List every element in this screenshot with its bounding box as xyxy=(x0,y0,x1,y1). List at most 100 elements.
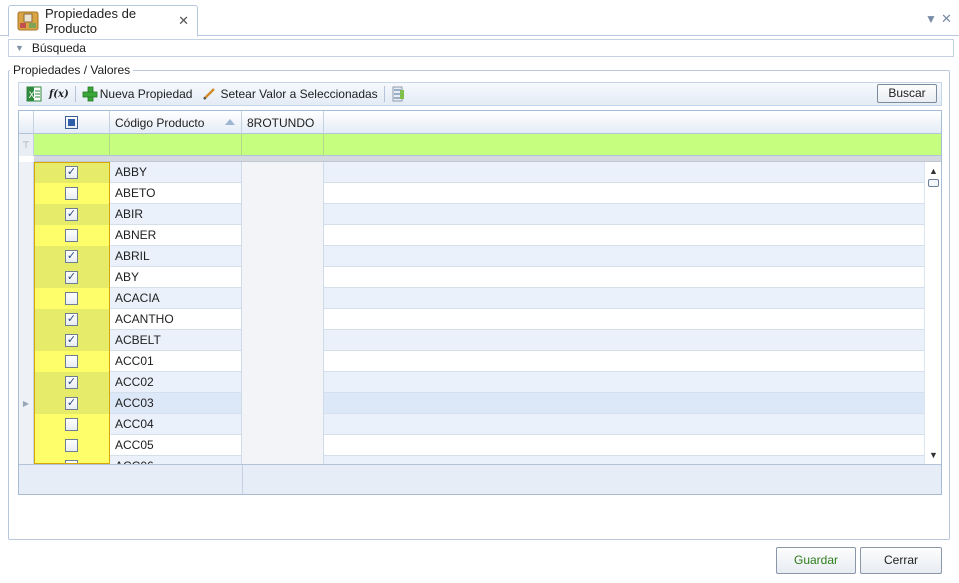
row-select-cell[interactable] xyxy=(34,225,110,246)
table-row[interactable]: ✓ ABRIL xyxy=(19,246,924,267)
row-indicator[interactable] xyxy=(19,183,34,204)
table-row[interactable]: ✓ ACBELT xyxy=(19,330,924,351)
property-value-cell[interactable] xyxy=(242,288,324,309)
filter-cell-select[interactable] xyxy=(34,134,110,156)
product-code-cell[interactable]: ACANTHO xyxy=(110,309,242,330)
row-indicator[interactable] xyxy=(19,309,34,330)
row-indicator[interactable] xyxy=(19,435,34,456)
product-code-cell[interactable]: ACACIA xyxy=(110,288,242,309)
tab-close-icon[interactable]: ✕ xyxy=(178,13,189,29)
property-value-cell[interactable] xyxy=(242,456,324,464)
select-all-header[interactable] xyxy=(34,111,110,134)
table-row[interactable]: ✓ ABBY xyxy=(19,162,924,183)
product-code-cell[interactable]: ABY xyxy=(110,267,242,288)
row-select-cell[interactable]: ✓ xyxy=(34,204,110,225)
column-chooser-button[interactable] xyxy=(388,84,408,104)
product-code-cell[interactable]: ACC04 xyxy=(110,414,242,435)
row-select-cell[interactable]: ✓ xyxy=(34,162,110,183)
table-row[interactable]: ACC01 xyxy=(19,351,924,372)
row-checkbox[interactable] xyxy=(65,292,78,305)
filter-cell-prop[interactable] xyxy=(242,134,324,156)
row-checkbox[interactable] xyxy=(65,355,78,368)
table-row[interactable]: ✓ ACANTHO xyxy=(19,309,924,330)
tab-list-dropdown-icon[interactable]: ▼ xyxy=(925,12,937,26)
search-button[interactable]: Buscar xyxy=(877,84,937,103)
table-row[interactable]: ✓ ACC02 xyxy=(19,372,924,393)
table-row[interactable]: ABNER xyxy=(19,225,924,246)
table-row[interactable]: ✓ ABIR xyxy=(19,204,924,225)
row-checkbox[interactable] xyxy=(65,439,78,452)
table-row[interactable]: ACACIA xyxy=(19,288,924,309)
window-close-icon[interactable]: ✕ xyxy=(941,11,952,27)
table-row[interactable]: ACC05 xyxy=(19,435,924,456)
excel-export-button[interactable]: X xyxy=(23,84,46,104)
property-value-cell[interactable] xyxy=(242,204,324,225)
row-checkbox[interactable]: ✓ xyxy=(65,166,78,179)
row-checkbox[interactable]: ✓ xyxy=(65,313,78,326)
row-select-cell[interactable] xyxy=(34,456,110,464)
formula-button[interactable]: f(x) xyxy=(46,84,72,104)
row-select-cell[interactable] xyxy=(34,435,110,456)
product-code-cell[interactable]: ABIR xyxy=(110,204,242,225)
product-code-cell[interactable]: ACC01 xyxy=(110,351,242,372)
row-checkbox[interactable] xyxy=(65,418,78,431)
row-indicator[interactable] xyxy=(19,246,34,267)
property-value-cell[interactable] xyxy=(242,414,324,435)
row-indicator[interactable] xyxy=(19,351,34,372)
row-indicator[interactable] xyxy=(19,414,34,435)
property-value-cell[interactable] xyxy=(242,372,324,393)
row-checkbox[interactable]: ✓ xyxy=(65,250,78,263)
row-select-cell[interactable] xyxy=(34,183,110,204)
row-select-cell[interactable]: ✓ xyxy=(34,267,110,288)
vertical-scrollbar[interactable]: ▲ ▼ xyxy=(924,162,941,464)
filter-cell-code[interactable] xyxy=(110,134,242,156)
table-row[interactable]: ▶ ✓ ACC03 xyxy=(19,393,924,414)
row-indicator[interactable] xyxy=(19,372,34,393)
property-value-cell[interactable] xyxy=(242,435,324,456)
row-indicator[interactable] xyxy=(19,330,34,351)
product-code-cell[interactable]: ABBY xyxy=(110,162,242,183)
property-value-cell[interactable] xyxy=(242,246,324,267)
row-checkbox[interactable]: ✓ xyxy=(65,334,78,347)
scroll-down-arrow-icon[interactable]: ▼ xyxy=(925,448,941,462)
close-button[interactable]: Cerrar xyxy=(860,547,942,574)
scrollbar-thumb[interactable] xyxy=(928,179,939,187)
row-indicator[interactable] xyxy=(19,162,34,183)
row-select-cell[interactable]: ✓ xyxy=(34,309,110,330)
current-row-indicator-icon[interactable]: ▶ xyxy=(19,393,34,414)
row-indicator[interactable] xyxy=(19,456,34,464)
table-row[interactable]: ACC04 xyxy=(19,414,924,435)
table-row[interactable]: ✓ ABY xyxy=(19,267,924,288)
property-value-cell[interactable] xyxy=(242,351,324,372)
table-row[interactable]: ABETO xyxy=(19,183,924,204)
property-value-cell[interactable] xyxy=(242,183,324,204)
row-indicator[interactable] xyxy=(19,267,34,288)
row-select-cell[interactable] xyxy=(34,288,110,309)
column-header-code[interactable]: Código Producto xyxy=(110,111,242,134)
select-all-checkbox[interactable] xyxy=(65,116,78,129)
property-value-cell[interactable] xyxy=(242,162,324,183)
column-header-8rotundo[interactable]: 8ROTUNDO xyxy=(242,111,324,134)
tab-propiedades-producto[interactable]: Propiedades de Producto ✕ xyxy=(8,5,198,37)
product-code-cell[interactable]: ABETO xyxy=(110,183,242,204)
save-button[interactable]: Guardar xyxy=(776,547,856,574)
product-code-cell[interactable]: ACC02 xyxy=(110,372,242,393)
row-checkbox[interactable] xyxy=(65,229,78,242)
row-indicator[interactable] xyxy=(19,204,34,225)
row-select-cell[interactable]: ✓ xyxy=(34,246,110,267)
product-code-cell[interactable]: ABNER xyxy=(110,225,242,246)
row-select-cell[interactable] xyxy=(34,414,110,435)
row-checkbox[interactable]: ✓ xyxy=(65,271,78,284)
row-select-cell[interactable]: ✓ xyxy=(34,393,110,414)
row-checkbox[interactable]: ✓ xyxy=(65,208,78,221)
search-section-header[interactable]: ▼ Búsqueda xyxy=(8,39,954,57)
product-code-cell[interactable]: ACC05 xyxy=(110,435,242,456)
product-code-cell[interactable]: ACC06 xyxy=(110,456,242,464)
product-code-cell[interactable]: ACBELT xyxy=(110,330,242,351)
product-code-cell[interactable]: ABRIL xyxy=(110,246,242,267)
property-value-cell[interactable] xyxy=(242,309,324,330)
property-value-cell[interactable] xyxy=(242,393,324,414)
row-checkbox[interactable] xyxy=(65,187,78,200)
row-indicator[interactable] xyxy=(19,225,34,246)
property-value-cell[interactable] xyxy=(242,330,324,351)
